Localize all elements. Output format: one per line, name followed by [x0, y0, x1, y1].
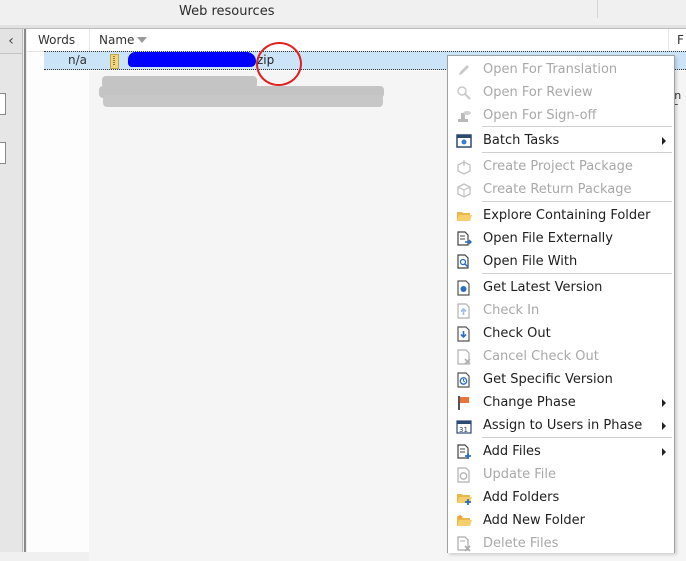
menu-item-explore-containing-folder[interactable]: Explore Containing Folder	[448, 204, 674, 227]
column-header-f[interactable]: F	[677, 33, 684, 47]
menu-item-label: Add Files	[483, 444, 541, 459]
menu-item-label: Create Return Package	[483, 182, 632, 197]
batch-gear-icon	[456, 133, 472, 149]
cancel-check-out-icon	[456, 349, 472, 365]
redacted-filename	[128, 52, 256, 67]
menu-item-check-out[interactable]: Check Out	[448, 322, 674, 345]
menu-item-label: Open File With	[483, 254, 578, 269]
menu-separator	[482, 437, 672, 438]
check-out-icon	[456, 326, 472, 342]
menu-item-update-file: Update File	[448, 463, 674, 486]
file-external-icon	[456, 231, 472, 247]
return-package-icon	[456, 182, 472, 198]
menu-separator	[482, 273, 672, 274]
menu-item-label: Delete Files	[483, 536, 559, 551]
get-latest-icon	[456, 280, 472, 296]
pane-field-stub[interactable]	[0, 142, 6, 164]
pane-splitter[interactable]	[24, 29, 26, 552]
menu-item-open-file-externally[interactable]: Open File Externally	[448, 227, 674, 250]
folder-open-icon	[456, 208, 472, 224]
menu-item-check-in: Check In	[448, 299, 674, 322]
chevron-left-icon: ‹	[8, 33, 14, 49]
menu-item-label: Get Latest Version	[483, 280, 603, 295]
menu-item-add-folders[interactable]: Add Folders	[448, 486, 674, 509]
list-header: Words Name F	[27, 29, 686, 52]
menu-item-label: Add New Folder	[483, 513, 585, 528]
column-separator[interactable]	[668, 29, 669, 51]
column-separator[interactable]	[89, 29, 90, 51]
menu-item-label: Assign to Users in Phase	[483, 418, 643, 433]
menu-item-label: Open File Externally	[483, 231, 613, 246]
menu-separator	[482, 152, 672, 153]
menu-item-assign-to-users-in-phase[interactable]: 31 Assign to Users in Phase	[448, 414, 674, 437]
column-header-name[interactable]: Name	[99, 33, 134, 47]
package-icon	[456, 159, 472, 175]
menu-item-open-file-with[interactable]: Open File With	[448, 250, 674, 273]
menu-item-label: Change Phase	[483, 395, 576, 410]
header-divider	[597, 0, 598, 18]
menu-item-get-latest-version[interactable]: Get Latest Version	[448, 276, 674, 299]
update-file-icon	[456, 467, 472, 483]
menu-item-batch-tasks[interactable]: Batch Tasks	[448, 129, 674, 152]
menu-item-create-return-package: Create Return Package	[448, 178, 674, 201]
flag-icon	[456, 395, 472, 411]
menu-item-label: Check Out	[483, 326, 551, 341]
add-folder-icon	[456, 490, 472, 506]
submenu-arrow-icon	[662, 137, 666, 145]
stamp-icon	[456, 108, 472, 124]
panel-header-bar: Web resources	[0, 0, 686, 26]
menu-item-label: Cancel Check Out	[483, 349, 599, 364]
menu-item-open-for-sign-off: Open For Sign-off	[448, 104, 674, 127]
menu-item-change-phase[interactable]: Change Phase	[448, 391, 674, 414]
collapse-pane-button[interactable]: ‹	[0, 29, 22, 54]
menu-item-label: Add Folders	[483, 490, 560, 505]
specific-version-icon	[456, 372, 472, 388]
menu-item-label: Open For Sign-off	[483, 108, 597, 123]
submenu-arrow-icon	[662, 422, 666, 430]
new-folder-icon	[456, 513, 472, 529]
menu-item-label: Explore Containing Folder	[483, 208, 651, 223]
add-file-icon	[456, 444, 472, 460]
menu-item-label: Create Project Package	[483, 159, 633, 174]
menu-item-create-project-package: Create Project Package	[448, 155, 674, 178]
submenu-arrow-icon	[662, 448, 666, 456]
redacted-text	[103, 95, 383, 107]
menu-item-label: Open For Review	[483, 85, 593, 100]
file-search-icon	[456, 254, 472, 270]
sort-descending-icon[interactable]	[137, 37, 147, 43]
submenu-arrow-icon	[662, 399, 666, 407]
menu-item-get-specific-version[interactable]: Get Specific Version	[448, 368, 674, 391]
panel-title: Web resources	[179, 4, 275, 19]
svg-text:31: 31	[459, 426, 468, 434]
menu-item-label: Get Specific Version	[483, 372, 613, 387]
magnifier-icon	[456, 85, 472, 101]
row-words-value: n/a	[68, 53, 88, 67]
menu-separator	[482, 201, 672, 202]
pencil-icon	[456, 62, 472, 78]
menu-item-label: Open For Translation	[483, 62, 618, 77]
menu-item-open-for-translation: Open For Translation	[448, 58, 674, 81]
menu-item-label: Check In	[483, 303, 540, 318]
menu-item-open-for-review: Open For Review	[448, 81, 674, 104]
calendar-icon: 31	[456, 418, 472, 434]
menu-item-label: Batch Tasks	[483, 133, 560, 148]
menu-item-cancel-check-out: Cancel Check Out	[448, 345, 674, 368]
context-menu: Open For Translation Open For Review Open …	[447, 55, 675, 553]
zip-archive-icon	[110, 54, 119, 69]
navigation-pane: ‹	[0, 29, 23, 552]
menu-item-add-files[interactable]: Add Files	[448, 440, 674, 463]
check-in-icon	[456, 303, 472, 319]
menu-item-add-new-folder[interactable]: Add New Folder	[448, 509, 674, 532]
delete-file-icon	[456, 536, 472, 552]
column-header-words[interactable]: Words	[38, 33, 75, 47]
pane-field-stub[interactable]	[0, 93, 6, 115]
menu-item-label: Update File	[483, 467, 556, 482]
